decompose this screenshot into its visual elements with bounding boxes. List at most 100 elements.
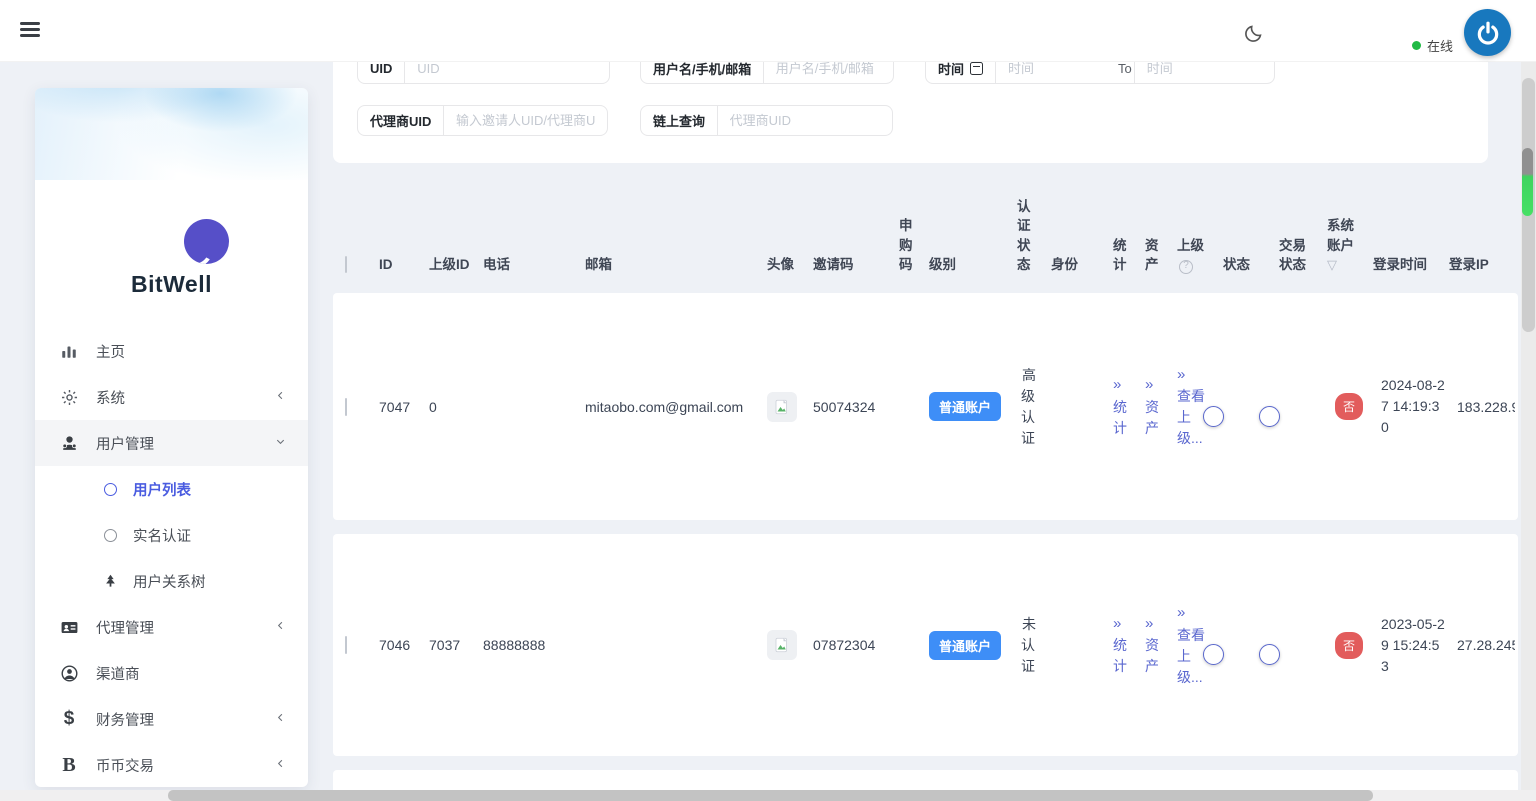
sidebar-item-label: 系统 bbox=[96, 387, 275, 408]
filter-funnel-icon[interactable]: ▽ bbox=[1327, 257, 1337, 272]
vertical-scrollbar[interactable] bbox=[1521, 62, 1536, 801]
chevron-left-icon bbox=[275, 619, 286, 635]
online-label: 在线 bbox=[1427, 36, 1453, 55]
cell-login-time: 2023-05-29 15:24:53 bbox=[1381, 614, 1445, 677]
col-header-system-account: 系统账户▽ bbox=[1327, 216, 1361, 275]
letter-b-icon: B bbox=[59, 755, 79, 775]
time-end-input[interactable] bbox=[1135, 61, 1255, 76]
calendar-icon bbox=[970, 62, 983, 75]
sidebar-item-finance[interactable]: $ 财务管理 bbox=[35, 696, 308, 742]
cell-login-time: 2024-08-27 14:19:30 bbox=[1381, 375, 1445, 438]
horizontal-scrollbar-thumb[interactable] bbox=[168, 790, 1373, 801]
stats-link[interactable]: »统计 bbox=[1113, 374, 1133, 439]
table-header-row: ID 上级ID 电话 邮箱 头像 邀请码 申购码 级别 认证状态 身份 统计 资… bbox=[333, 180, 1518, 293]
col-header-login-ip: 登录IP bbox=[1449, 255, 1507, 275]
level-badge[interactable]: 普通账户 bbox=[929, 631, 1001, 660]
chain-query-filter-label: 链上查询 bbox=[641, 111, 717, 130]
system-account-badge[interactable]: 否 bbox=[1335, 632, 1363, 659]
online-status: 在线 bbox=[1412, 36, 1453, 55]
col-header-trade-status: 交易状态 bbox=[1279, 236, 1315, 275]
radio-circle-icon bbox=[103, 482, 118, 497]
view-parent-link[interactable]: »查看上级... bbox=[1177, 364, 1211, 450]
cell-auth-status: 高级认证 bbox=[1017, 365, 1039, 449]
col-header-subscribe-code: 申购码 bbox=[899, 216, 917, 275]
select-all-checkbox[interactable] bbox=[345, 256, 347, 273]
sidebar-item-label: 用户列表 bbox=[133, 479, 286, 500]
col-header-email: 邮箱 bbox=[585, 255, 755, 275]
sidebar-item-label: 主页 bbox=[96, 341, 286, 362]
time-to-label: To bbox=[1116, 61, 1134, 76]
system-account-badge[interactable]: 否 bbox=[1335, 393, 1363, 420]
user-avatar-power-icon[interactable] bbox=[1464, 9, 1511, 56]
sidebar-item-label: 代理管理 bbox=[96, 617, 275, 638]
col-header-avatar: 头像 bbox=[767, 255, 801, 275]
cell-parent-id: 0 bbox=[429, 399, 471, 415]
col-header-parent-id: 上级ID bbox=[429, 255, 471, 275]
sidebar-item-system[interactable]: 系统 bbox=[35, 374, 308, 420]
row-checkbox[interactable] bbox=[345, 636, 347, 654]
uid-filter-label: UID bbox=[358, 61, 404, 76]
uid-input[interactable] bbox=[405, 61, 609, 76]
bitwell-logo-icon bbox=[184, 219, 229, 264]
dark-mode-moon-icon[interactable] bbox=[1243, 22, 1265, 44]
sidebar-item-user-list[interactable]: 用户列表 bbox=[35, 466, 308, 512]
sidebar-item-label: 币币交易 bbox=[96, 755, 275, 776]
sidebar-item-label: 用户管理 bbox=[96, 433, 275, 454]
chain-query-input[interactable] bbox=[718, 113, 892, 128]
avatar-broken-image-icon bbox=[767, 392, 797, 422]
top-bar: 在线 bbox=[0, 0, 1536, 62]
cell-login-ip: 27.28.245 bbox=[1457, 637, 1515, 653]
cell-email: mitaobo.com@gmail.com bbox=[585, 399, 755, 415]
time-start-input[interactable] bbox=[996, 61, 1116, 76]
col-header-invite-code: 邀请码 bbox=[813, 255, 887, 275]
chevron-left-icon bbox=[275, 757, 286, 773]
sidebar-item-user-management[interactable]: 用户管理 bbox=[35, 420, 308, 466]
sidebar-item-agent-management[interactable]: 代理管理 bbox=[35, 604, 308, 650]
level-badge[interactable]: 普通账户 bbox=[929, 392, 1001, 421]
horizontal-scrollbar[interactable] bbox=[0, 790, 1536, 801]
agent-uid-filter-label: 代理商UID bbox=[358, 111, 443, 130]
user-table: ID 上级ID 电话 邮箱 头像 邀请码 申购码 级别 认证状态 身份 统计 资… bbox=[333, 180, 1518, 795]
chevron-left-icon bbox=[275, 711, 286, 727]
sidebar-item-spot-trade[interactable]: B 币币交易 bbox=[35, 742, 308, 787]
online-dot-icon bbox=[1412, 41, 1421, 50]
vertical-scrollbar-inner-thumb[interactable] bbox=[1522, 148, 1533, 216]
person-circle-icon bbox=[59, 663, 79, 683]
stats-link[interactable]: »统计 bbox=[1113, 613, 1133, 678]
gear-icon bbox=[59, 387, 79, 407]
table-row: 7047 0 mitaobo.com@gmail.com 50074324 普通… bbox=[333, 293, 1518, 520]
sidebar-item-channel[interactable]: 渠道商 bbox=[35, 650, 308, 696]
sidebar-item-real-name-auth[interactable]: 实名认证 bbox=[35, 512, 308, 558]
sidebar-wave-decoration bbox=[35, 88, 308, 180]
sidebar-item-label: 实名认证 bbox=[133, 525, 286, 546]
bar-chart-icon bbox=[59, 341, 79, 361]
question-circle-icon[interactable]: ? bbox=[1179, 260, 1193, 274]
col-header-auth-status: 认证状态 bbox=[1017, 197, 1039, 275]
row-checkbox[interactable] bbox=[345, 398, 347, 416]
sidebar-item-label: 用户关系树 bbox=[133, 571, 286, 592]
cell-parent-id: 7037 bbox=[429, 637, 471, 653]
sidebar-item-user-tree[interactable]: 用户关系树 bbox=[35, 558, 308, 604]
sidebar-menu: 主页 系统 用户管理 用户列表 实名认证 bbox=[35, 328, 308, 787]
assets-link[interactable]: »资产 bbox=[1145, 613, 1165, 678]
assets-link[interactable]: »资产 bbox=[1145, 374, 1165, 439]
cell-id: 7047 bbox=[379, 399, 417, 415]
cell-phone: 88888888 bbox=[483, 637, 573, 653]
username-input[interactable] bbox=[764, 61, 893, 76]
tree-icon bbox=[103, 574, 118, 589]
cell-auth-status: 未认证 bbox=[1017, 614, 1039, 677]
sidebar: BitWell 主页 系统 用户管理 bbox=[35, 88, 308, 787]
col-header-phone: 电话 bbox=[483, 255, 573, 275]
cell-invite-code: 07872304 bbox=[813, 637, 887, 653]
hamburger-menu-icon[interactable] bbox=[20, 22, 40, 38]
sidebar-item-home[interactable]: 主页 bbox=[35, 328, 308, 374]
chevron-down-icon bbox=[275, 435, 286, 451]
col-header-level: 级别 bbox=[929, 255, 1005, 275]
sidebar-item-label: 渠道商 bbox=[96, 663, 286, 684]
chain-query-filter-group: 链上查询 bbox=[640, 105, 893, 136]
view-parent-link[interactable]: »查看上级... bbox=[1177, 602, 1211, 688]
agent-uid-input[interactable] bbox=[444, 113, 607, 128]
cell-id: 7046 bbox=[379, 637, 417, 653]
chevron-left-icon bbox=[275, 389, 286, 405]
col-header-parent: 上级? bbox=[1177, 236, 1211, 275]
